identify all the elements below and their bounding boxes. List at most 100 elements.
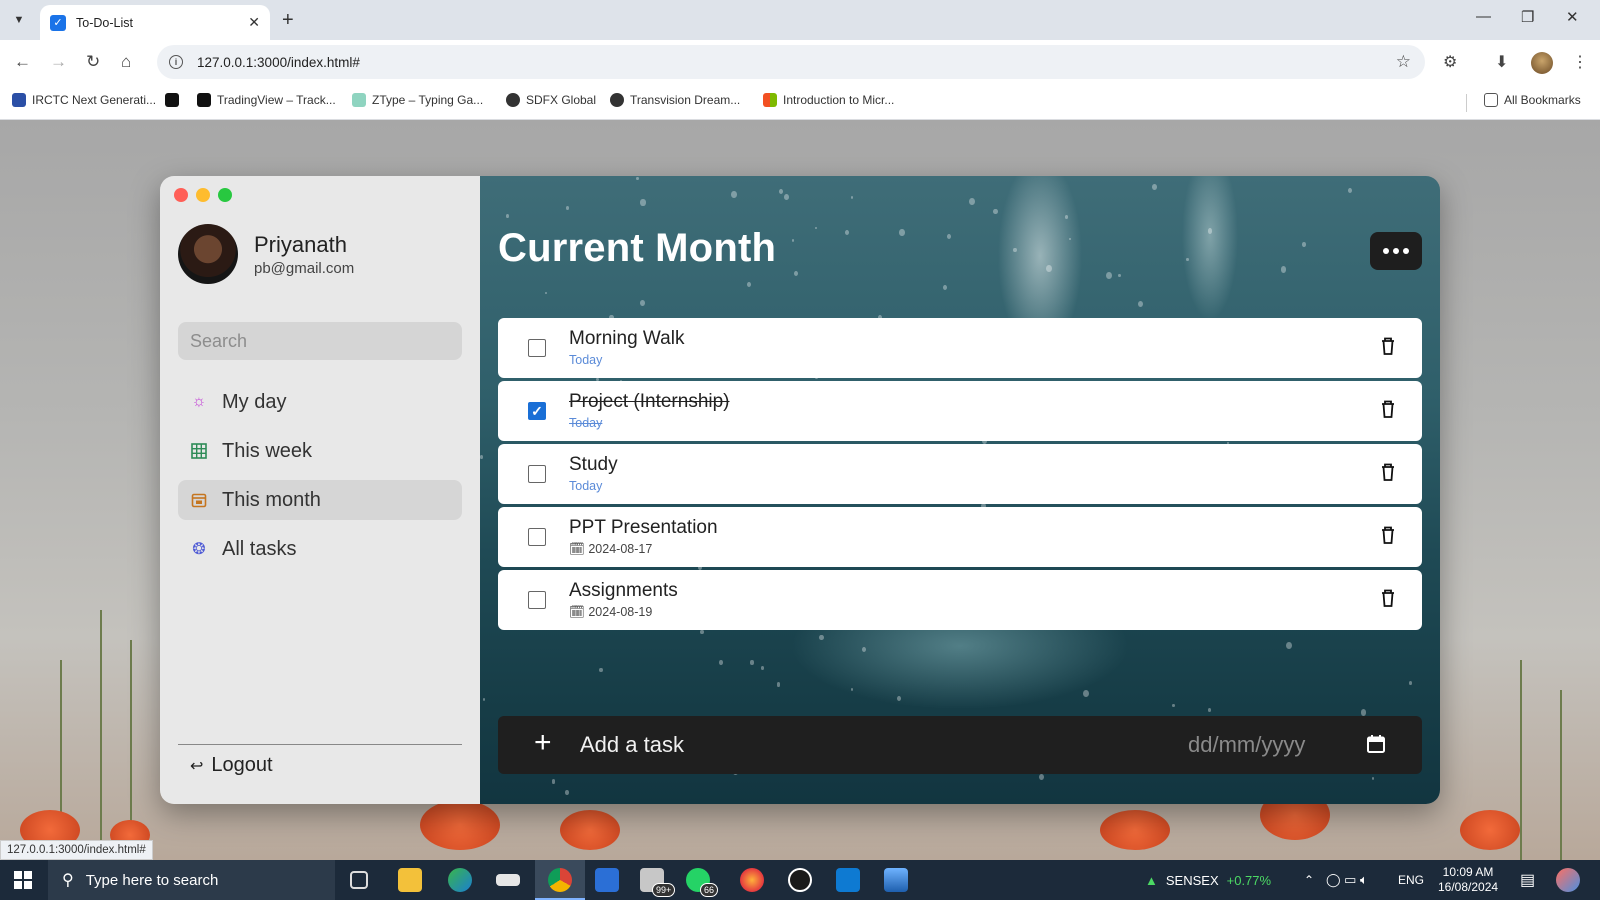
address-bar[interactable]: i 127.0.0.1:3000/index.html# ☆ [157,45,1425,79]
chrome-icon[interactable] [548,868,572,892]
search-icon: ⚲ [62,872,74,889]
nav-my-day[interactable]: ☼ My day [178,382,462,422]
trash-icon[interactable] [1380,336,1396,356]
edge-icon[interactable] [448,868,472,892]
add-task-input[interactable] [580,728,1080,762]
main-panel: Current Month Morning Walk Today ✓ Proje… [480,176,1440,804]
task-row: Morning Walk Today [498,318,1422,378]
task-checkbox[interactable] [528,528,546,546]
tray-chevron-icon[interactable]: ⌃ [1304,860,1314,900]
windows-start-icon[interactable] [14,871,32,889]
bookmark-ztype[interactable]: ZType – Typing Ga... [352,93,483,107]
minimize-dot[interactable] [196,188,210,202]
rain-drop [1118,273,1122,278]
task-checkbox[interactable] [528,339,546,357]
download-icon[interactable]: ⬇ [1495,52,1508,72]
rain-drop [565,205,570,211]
bookmark-star-icon[interactable]: ☆ [1396,52,1411,72]
logout-button[interactable]: ↩ Logout [190,754,273,777]
rain-drop [1151,184,1157,190]
trash-icon[interactable] [1380,399,1396,419]
bookmark-tradingview[interactable]: TradingView – Track... [197,93,336,107]
nav-this-week[interactable]: This week [178,431,462,471]
nav-this-month[interactable]: This month [178,480,462,520]
rain-drop [1285,641,1292,649]
profile-avatar[interactable] [1531,52,1553,74]
site-info-icon[interactable]: i [169,55,183,69]
notification-icon[interactable]: ▤ [1520,860,1535,900]
rain-drop [1302,242,1307,248]
home-button[interactable]: ⌂ [121,52,131,72]
bookmark-d[interactable] [165,93,185,107]
back-button[interactable]: ← [14,52,31,72]
task-checkbox[interactable] [528,591,546,609]
bookmark-irctc[interactable]: IRCTC Next Generati... [12,93,156,107]
tab-close-icon[interactable]: ✕ [248,14,260,31]
language-indicator[interactable]: ENG [1398,860,1424,900]
mongodb-icon[interactable] [788,868,812,892]
taskbar-search[interactable]: ⚲ Type here to search [48,860,335,900]
task-view-icon[interactable] [350,871,368,889]
maximize-dot[interactable] [218,188,232,202]
minimize-button[interactable]: — [1476,8,1491,25]
app-icon[interactable] [496,874,520,886]
tab-strip: ▼ ✓ To-Do-List ✕ + — ❐ ✕ [0,0,1600,40]
vscode-icon[interactable] [836,868,860,892]
rain-drop [551,779,556,784]
sensex-label: SENSEX [1165,872,1219,888]
sensex-widget[interactable]: ▲ SENSEX +0.77% [1145,860,1271,900]
restore-button[interactable]: ❐ [1521,8,1534,26]
mail-badge: 99+ [652,883,676,897]
store-icon[interactable] [595,868,619,892]
task-date-field[interactable] [1188,728,1338,762]
reload-button[interactable]: ↻ [86,52,100,72]
plus-icon[interactable]: + [534,726,552,760]
photos-icon[interactable] [884,868,908,892]
rain-drop [1207,227,1213,234]
trash-icon[interactable] [1380,462,1396,482]
address-url[interactable]: 127.0.0.1:3000/index.html# [197,55,360,70]
sensex-change: +0.77% [1226,872,1272,888]
browser-tab[interactable]: ✓ To-Do-List ✕ [40,5,270,40]
rain-drop [899,229,905,236]
file-explorer-icon[interactable] [398,868,422,892]
rain-drop [1105,271,1112,279]
all-bookmarks-button[interactable]: All Bookmarks [1484,93,1581,107]
more-dot [1383,248,1389,254]
rain-drop [1138,300,1144,308]
bookmark-separator [1466,94,1467,112]
trash-icon[interactable] [1380,588,1396,608]
rain-drop [564,790,569,795]
system-clock[interactable]: 10:09 AM 16/08/2024 [1438,865,1498,895]
bookmark-transvision[interactable]: Transvision Dream... [610,93,740,107]
nav-all-tasks[interactable]: ❂ All tasks [178,529,462,569]
trash-icon[interactable] [1380,525,1396,545]
nav-label: This week [222,439,313,462]
rain-drop [746,281,752,288]
rain-drop [819,634,825,641]
new-tab-button[interactable]: + [282,8,294,32]
more-options-button[interactable] [1370,232,1422,270]
sidebar-divider [178,744,462,745]
tray-icons[interactable]: ◯ ▭ 🔈︎ [1326,860,1368,900]
bookmark-sdfx[interactable]: SDFX Global [506,93,596,107]
date-picker-icon[interactable] [1366,734,1386,754]
task-name: Morning Walk [569,328,685,349]
rain-drop [815,226,818,230]
task-checkbox-checked[interactable]: ✓ [528,402,546,420]
bookmark-label: TradingView – Track... [217,93,336,107]
close-window-button[interactable]: ✕ [1566,8,1579,26]
search-input[interactable] [178,322,462,360]
forward-button[interactable]: → [50,52,67,72]
browser-menu-icon[interactable]: ⋮ [1572,52,1588,72]
rain-drop [636,176,639,180]
tab-search-button[interactable]: ▼ [6,8,32,32]
rain-drop [718,660,723,666]
firefox-icon[interactable] [740,868,764,892]
extensions-icon[interactable]: ⚙ [1443,52,1457,72]
close-dot[interactable] [174,188,188,202]
bookmark-microsoft[interactable]: Introduction to Micr... [763,93,894,107]
task-row: ✓ Project (Internship) Today [498,381,1422,441]
task-checkbox[interactable] [528,465,546,483]
copilot-icon[interactable] [1556,868,1580,892]
